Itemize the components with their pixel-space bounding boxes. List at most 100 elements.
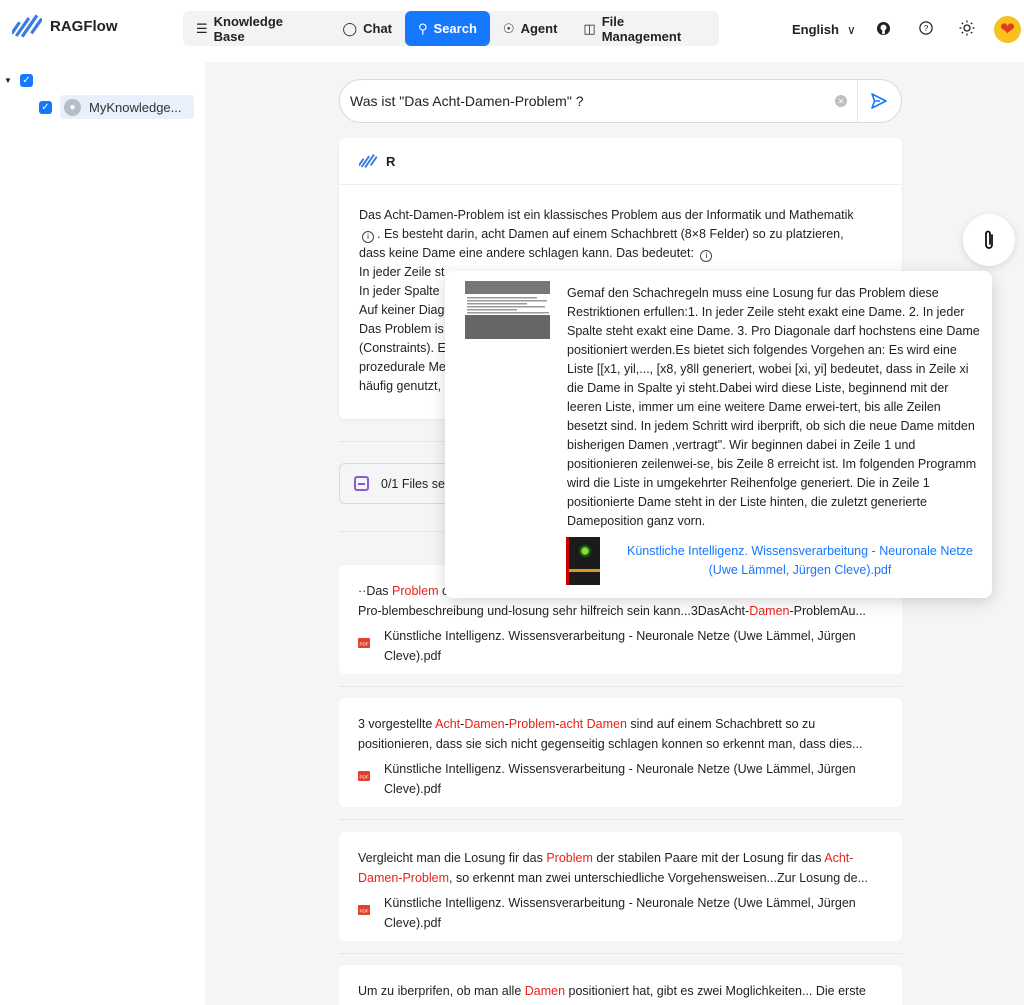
result-document-name[interactable]: Künstliche Intelligenz. Wissensverarbeit… bbox=[384, 626, 883, 666]
snippet-text: Pro-blembeschreibung und-losung sehr hil… bbox=[358, 604, 750, 618]
attachment-button[interactable] bbox=[963, 214, 1015, 266]
heart-icon: ❤ bbox=[999, 19, 1016, 39]
answer-line-text: dass keine Dame eine andere schlagen kan… bbox=[359, 246, 694, 260]
snippet-text: der stabilen Paare mit der Losung fir da… bbox=[592, 851, 825, 865]
highlighted-term: Problem bbox=[392, 584, 439, 598]
github-icon[interactable] bbox=[873, 18, 893, 38]
highlighted-term: Damen-Problem bbox=[358, 871, 450, 885]
document-thumbnail[interactable] bbox=[465, 281, 550, 339]
tree-root[interactable]: ▼ ✓ bbox=[4, 74, 33, 87]
result-card[interactable]: Um zu iberprifen, ob man alle Damen posi… bbox=[339, 965, 902, 1005]
folder-icon: ◫ bbox=[583, 20, 596, 36]
highlighted-term: Damen bbox=[464, 717, 505, 731]
nav-label: Knowledge Base bbox=[213, 13, 283, 44]
clear-icon[interactable]: ✕ bbox=[835, 95, 847, 107]
nav-label: Search bbox=[433, 21, 477, 36]
highlighted-term: Damen bbox=[524, 984, 566, 998]
highlighted-term: Damen bbox=[586, 717, 627, 731]
nav-file-management[interactable]: ◫ File Management bbox=[570, 11, 719, 46]
nav-label: Chat bbox=[363, 21, 392, 36]
database-icon: ☰ bbox=[196, 20, 208, 36]
nav-agent[interactable]: ☉ Agent bbox=[490, 11, 571, 46]
tree-item-knowledge-base[interactable]: ✓ ● MyKnowledge... bbox=[39, 95, 194, 119]
info-icon[interactable]: i bbox=[700, 250, 713, 262]
user-avatar[interactable]: ❤ bbox=[994, 16, 1021, 43]
snippet-text: 3 vorgestellte bbox=[358, 717, 436, 731]
top-header: RAGFlow ☰ Knowledge Base ◯ Chat ⚲ Search… bbox=[0, 0, 1024, 62]
result-card[interactable]: 3 vorgestellte Acht-Damen-Problem-acht D… bbox=[339, 698, 902, 807]
answer-line: dass keine Dame eine andere schlagen kan… bbox=[359, 244, 882, 263]
result-document[interactable]: PDF Künstliche Intelligenz. Wissensverar… bbox=[358, 893, 883, 933]
result-snippet-line: 3 vorgestellte Acht-Damen-Problem-acht D… bbox=[358, 714, 883, 734]
highlighted-term: Damen bbox=[749, 604, 790, 618]
kb-chip[interactable]: ● MyKnowledge... bbox=[60, 95, 194, 119]
language-selector[interactable]: English ∨ bbox=[792, 22, 856, 37]
language-label: English bbox=[792, 22, 839, 37]
citation-text: Gemaf den Schachregeln muss eine Losung … bbox=[567, 286, 980, 528]
snippet-text: ··Das bbox=[358, 584, 393, 598]
snippet-text: , so erkennt man zwei unterschiedliche V… bbox=[449, 871, 869, 885]
book-cover-image bbox=[566, 537, 600, 585]
result-snippet-line: Damen-Problem, so erkennt man zwei unter… bbox=[358, 868, 883, 888]
theme-sun-icon[interactable] bbox=[957, 18, 977, 38]
minus-square-icon[interactable] bbox=[354, 476, 369, 491]
knowledge-sidebar: ▼ ✓ ✓ ● MyKnowledge... bbox=[0, 62, 205, 1005]
search-input[interactable] bbox=[350, 93, 820, 109]
highlighted-term: Acht- bbox=[824, 851, 854, 865]
result-snippet-line: Variante testet, ob man alle acht Zeilen… bbox=[358, 1001, 883, 1005]
highlighted-term: Acht bbox=[435, 717, 461, 731]
answer-author: R bbox=[386, 153, 396, 169]
highlighted-term: acht bbox=[559, 717, 584, 731]
snippet-text: Vergleicht man die Losung fir das bbox=[358, 851, 547, 865]
citation-document[interactable]: Künstliche Intelligenz. Wissensverarbeit… bbox=[566, 537, 986, 585]
caret-down-icon[interactable]: ▼ bbox=[4, 76, 12, 85]
svg-text:PDF: PDF bbox=[360, 642, 369, 647]
search-icon: ⚲ bbox=[418, 20, 428, 36]
result-snippet-line: positionieren, dass sie sich nicht gegen… bbox=[358, 734, 883, 754]
result-card[interactable]: Vergleicht man die Losung fir das Proble… bbox=[339, 832, 902, 941]
result-document-name[interactable]: Künstliche Intelligenz. Wissensverarbeit… bbox=[384, 759, 883, 799]
main-nav: ☰ Knowledge Base ◯ Chat ⚲ Search ☉ Agent… bbox=[183, 11, 719, 46]
snippet-text: Um zu iberprifen, ob man alle bbox=[358, 984, 525, 998]
ragflow-logo-icon bbox=[12, 14, 42, 38]
paperclip-icon bbox=[985, 230, 993, 249]
answer-header: R bbox=[339, 138, 902, 185]
highlighted-term: Problem bbox=[546, 851, 593, 865]
snippet-text: positioniert hat, gibt es zwei Moglichke… bbox=[565, 984, 866, 998]
pdf-icon: PDF bbox=[358, 771, 370, 781]
pdf-icon: PDF bbox=[358, 638, 370, 648]
nav-label: File Management bbox=[601, 13, 682, 44]
chevron-down-icon: ∨ bbox=[846, 22, 856, 37]
svg-text:PDF: PDF bbox=[360, 775, 369, 780]
nav-label: Agent bbox=[520, 21, 558, 36]
result-document[interactable]: PDF Künstliche Intelligenz. Wissensverar… bbox=[358, 759, 883, 799]
divider bbox=[857, 80, 858, 122]
divider bbox=[339, 686, 902, 687]
answer-line: i. Es besteht darin, acht Damen auf eine… bbox=[359, 225, 882, 244]
root-checkbox[interactable]: ✓ bbox=[19, 74, 33, 87]
user-icon: ● bbox=[64, 98, 81, 116]
nav-search[interactable]: ⚲ Search bbox=[405, 11, 490, 46]
citation-document-link[interactable]: Künstliche Intelligenz. Wissensverarbeit… bbox=[614, 542, 986, 580]
snippet-text: sind auf einem Schachbrett so zu bbox=[626, 717, 816, 731]
result-document-name[interactable]: Künstliche Intelligenz. Wissensverarbeit… bbox=[384, 893, 883, 933]
result-document[interactable]: PDF Künstliche Intelligenz. Wissensverar… bbox=[358, 626, 883, 666]
highlighted-term: Problem bbox=[508, 717, 556, 731]
nav-knowledge-base[interactable]: ☰ Knowledge Base bbox=[183, 11, 330, 46]
info-icon[interactable]: i bbox=[362, 231, 374, 243]
app-name: RAGFlow bbox=[50, 17, 118, 35]
pdf-icon: PDF bbox=[358, 905, 370, 915]
answer-line-text: . Es besteht darin, acht Damen auf einem… bbox=[377, 227, 844, 241]
snippet-text: -ProblemAu... bbox=[789, 604, 866, 618]
files-label: 0/1 Files se bbox=[381, 476, 445, 491]
app-logo[interactable]: RAGFlow bbox=[12, 11, 118, 41]
result-snippet-line: Um zu iberprifen, ob man alle Damen posi… bbox=[358, 981, 883, 1001]
kb-label: MyKnowledge... bbox=[89, 99, 182, 115]
svg-text:?: ? bbox=[924, 24, 929, 33]
kb-checkbox[interactable]: ✓ bbox=[39, 100, 52, 114]
help-icon[interactable]: ? bbox=[916, 18, 936, 38]
snippet-text: positionieren, dass sie sich nicht gegen… bbox=[358, 737, 863, 751]
send-icon[interactable] bbox=[870, 92, 888, 110]
nav-chat[interactable]: ◯ Chat bbox=[330, 11, 405, 46]
agent-icon: ☉ bbox=[502, 20, 515, 36]
